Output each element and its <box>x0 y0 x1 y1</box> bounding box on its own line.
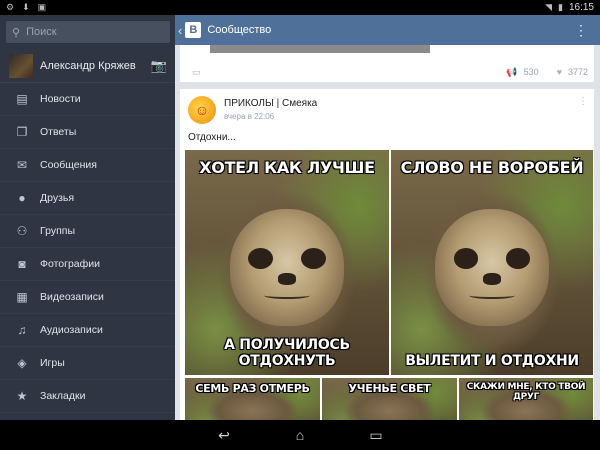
sidebar-item-bookmarks[interactable]: ★ Закладки <box>0 380 175 413</box>
bookmarks-icon: ★ <box>16 389 28 403</box>
groups-icon: ⚇ <box>16 224 28 238</box>
sidebar-item-label: Видеозаписи <box>40 291 104 303</box>
sidebar-item-label: Игры <box>40 357 65 369</box>
recents-nav-icon[interactable]: ▭ <box>362 427 390 444</box>
post-image[interactable]: СЛОВО НЕ ВОРОБЕЙ ВЫЛЕТИТ И ОТДОХНИ <box>391 150 593 375</box>
photos-icon: ◙ <box>18 257 26 271</box>
navigation-bar: ↩ ⌂ ▭ <box>0 420 600 450</box>
search-placeholder: Поиск <box>26 26 57 38</box>
meme-caption-top: СЛОВО НЕ ВОРОБЕЙ <box>400 158 584 177</box>
news-icon: ▤ <box>16 92 28 106</box>
download-icon: ⬇ <box>22 2 30 12</box>
meme-caption-top: ХОТЕЛ КАК ЛУЧШЕ <box>199 158 375 177</box>
post-time: вчера в 22:06 <box>224 112 275 121</box>
search-input[interactable]: ⚲ Поиск <box>6 21 170 43</box>
back-icon[interactable]: ‹ <box>178 23 182 38</box>
vk-logo: В <box>185 22 202 38</box>
previous-post: ▭ 📢 530 ♥ 3772 <box>180 45 594 82</box>
meme-caption-top: УЧЕНЬЕ СВЕТ <box>348 382 431 395</box>
post-image[interactable]: СЕМЬ РАЗ ОТМЕРЬ <box>185 378 320 420</box>
meme-caption-bottom: А ПОЛУЧИЛОСЬ ОТДОХНУТЬ <box>224 337 350 369</box>
sidebar-item-news[interactable]: ▤ Новости <box>0 83 175 116</box>
sidebar-item-video[interactable]: ▦ Видеозаписи <box>0 281 175 314</box>
previous-post-image <box>210 45 430 53</box>
sidebar-item-messages[interactable]: ✉ Сообщения <box>0 149 175 182</box>
settings-icon: ⚙ <box>6 2 15 12</box>
post-card: ☺ ПРИКОЛЫ | Смеяка вчера в 22:06 ⋮ Отдох… <box>180 89 594 420</box>
post-menu-icon[interactable]: ⋮ <box>578 96 588 107</box>
post-image[interactable]: СКАЖИ МНЕ, КТО ТВОЙ ДРУГ <box>459 378 593 420</box>
post-text: Отдохни... <box>188 132 236 143</box>
sidebar: ⚲ Поиск Александр Кряжев 📷 ▤ Новости ❐ Отв… <box>0 15 175 420</box>
like-count: 3772 <box>567 67 588 77</box>
post-image[interactable]: УЧЕНЬЕ СВЕТ <box>322 378 457 420</box>
screenshot-icon: ▣ <box>37 2 47 12</box>
post-image[interactable]: ХОТЕЛ КАК ЛУЧШЕ А ПОЛУЧИЛОСЬ ОТДОХНУТЬ <box>185 150 389 375</box>
home-nav-icon[interactable]: ⌂ <box>286 427 314 443</box>
meme-caption-top: СКАЖИ МНЕ, КТО ТВОЙ ДРУГ <box>466 382 586 402</box>
sidebar-item-audio[interactable]: ♫ Аудиозаписи <box>0 314 175 347</box>
games-icon: ◈ <box>17 356 27 370</box>
sidebar-item-games[interactable]: ◈ Игры <box>0 347 175 380</box>
profile-row[interactable]: Александр Кряжев 📷 <box>0 49 175 83</box>
video-icon: ▦ <box>16 290 28 304</box>
repost-count: 530 <box>523 67 539 77</box>
camera-icon[interactable]: 📷 <box>151 58 167 74</box>
search-icon: ⚲ <box>12 26 21 39</box>
friends-icon: ● <box>18 191 26 205</box>
sidebar-menu: ▤ Новости ❐ Ответы ✉ Сообщения ● Друзья ⚇ Гру… <box>0 83 175 413</box>
sidebar-item-label: Фотографии <box>40 258 101 270</box>
repost-icon[interactable]: 📢 <box>506 67 517 78</box>
profile-name: Александр Кряжев <box>40 59 136 72</box>
sidebar-item-label: Сообщения <box>40 159 97 171</box>
meme-caption-top: СЕМЬ РАЗ ОТМЕРЬ <box>195 382 310 395</box>
sidebar-item-groups[interactable]: ⚇ Группы <box>0 215 175 248</box>
feed[interactable]: ▭ 📢 530 ♥ 3772 ☺ ПРИКОЛЫ | Смеяка вчера … <box>175 45 600 420</box>
like-icon[interactable]: ♥ <box>557 67 562 77</box>
meme-caption-bottom: ВЫЛЕТИТ И ОТДОХНИ <box>405 353 579 369</box>
replies-icon: ❐ <box>16 125 28 139</box>
avatar <box>9 53 33 78</box>
messages-icon: ✉ <box>16 158 28 172</box>
sidebar-item-label: Друзья <box>40 192 75 204</box>
sidebar-item-photos[interactable]: ◙ Фотографии <box>0 248 175 281</box>
sidebar-item-friends[interactable]: ● Друзья <box>0 182 175 215</box>
app-header: ‹ В Сообщество ⋮ <box>175 15 600 45</box>
sidebar-item-label: Группы <box>40 225 75 237</box>
post-header: ☺ ПРИКОЛЫ | Смеяка вчера в 22:06 <box>188 96 317 124</box>
clock: 16:15 <box>568 2 594 13</box>
sidebar-item-replies[interactable]: ❐ Ответы <box>0 116 175 149</box>
comment-icon[interactable]: ▭ <box>192 67 201 78</box>
battery-icon: ▮ <box>558 2 563 12</box>
wifi-icon: ◥ <box>545 2 553 12</box>
audio-icon: ♫ <box>17 323 27 337</box>
sidebar-item-label: Ответы <box>40 126 77 138</box>
overflow-menu-icon[interactable]: ⋮ <box>574 22 588 39</box>
sidebar-item-label: Аудиозаписи <box>40 324 103 336</box>
back-nav-icon[interactable]: ↩ <box>210 427 238 444</box>
previous-post-footer: ▭ 📢 530 ♥ 3772 <box>192 65 588 79</box>
group-avatar[interactable]: ☺ <box>188 96 216 124</box>
group-name[interactable]: ПРИКОЛЫ | Смеяка <box>224 98 317 109</box>
status-bar: ⚙ ⬇ ▣ ◥ ▮ 16:15 <box>0 0 600 15</box>
sidebar-item-label: Новости <box>40 93 81 105</box>
page-title: Сообщество <box>207 24 272 36</box>
sidebar-item-label: Закладки <box>40 390 86 402</box>
